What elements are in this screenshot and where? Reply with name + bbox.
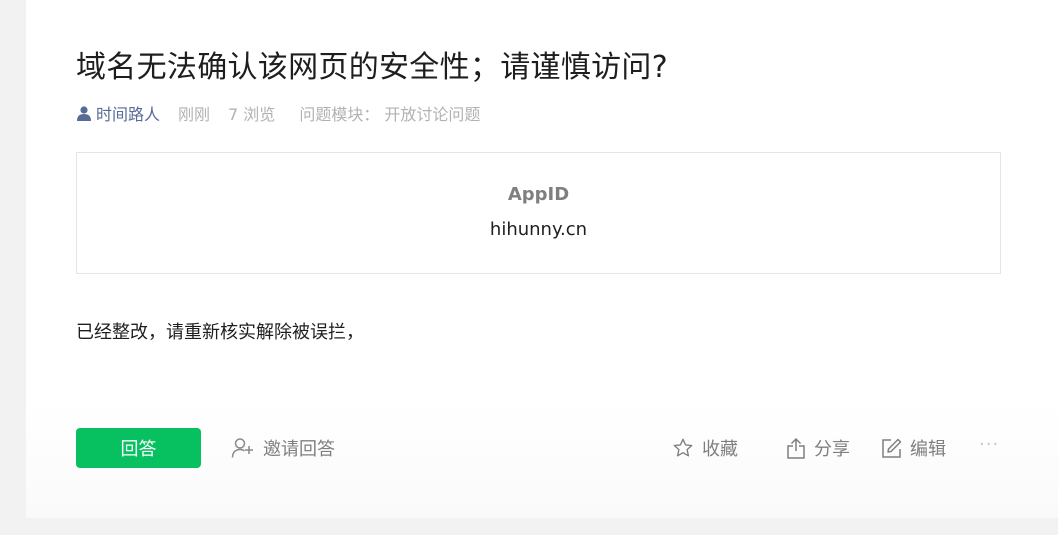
edit-label: 编辑 bbox=[910, 439, 946, 460]
appid-card: AppID hihunny.cn bbox=[76, 152, 1001, 274]
share-icon bbox=[787, 437, 805, 459]
favorite-button[interactable]: 收藏 bbox=[672, 434, 738, 462]
invite-answer-label: 邀请回答 bbox=[263, 439, 335, 460]
add-user-icon bbox=[231, 438, 253, 458]
question-body: 已经整改，请重新核实解除被误拦， bbox=[76, 322, 364, 343]
favorite-label: 收藏 bbox=[702, 439, 738, 460]
question-card: 域名无法确认该网页的安全性；请谨慎访问? 时间路人 刚刚 7 浏览 问题模块： … bbox=[26, 0, 1058, 518]
more-icon[interactable]: ··· bbox=[979, 430, 999, 458]
appid-value: hihunny.cn bbox=[489, 219, 588, 240]
author-link[interactable]: 时间路人 bbox=[76, 101, 160, 125]
question-title: 域名无法确认该网页的安全性；请谨慎访问? bbox=[76, 50, 668, 85]
post-time: 刚刚 bbox=[178, 105, 211, 124]
share-label: 分享 bbox=[814, 439, 850, 460]
share-button[interactable]: 分享 bbox=[786, 434, 850, 462]
appid-label: AppID bbox=[507, 184, 570, 205]
answer-button[interactable]: 回答 bbox=[76, 428, 201, 468]
edit-button[interactable]: 编辑 bbox=[881, 434, 946, 462]
view-count: 7 浏览 bbox=[228, 105, 276, 124]
star-icon bbox=[673, 438, 693, 457]
question-meta: 时间路人 刚刚 7 浏览 问题模块： 开放讨论问题 bbox=[76, 101, 480, 125]
author-name: 时间路人 bbox=[96, 105, 161, 124]
edit-icon bbox=[882, 438, 902, 458]
action-bar: 回答 邀请回答 收藏 分享 编辑 ··· bbox=[26, 400, 1058, 518]
question-module[interactable]: 问题模块： 开放讨论问题 bbox=[299, 101, 480, 125]
user-icon bbox=[77, 106, 91, 121]
invite-answer-button[interactable]: 邀请回答 bbox=[231, 434, 335, 462]
